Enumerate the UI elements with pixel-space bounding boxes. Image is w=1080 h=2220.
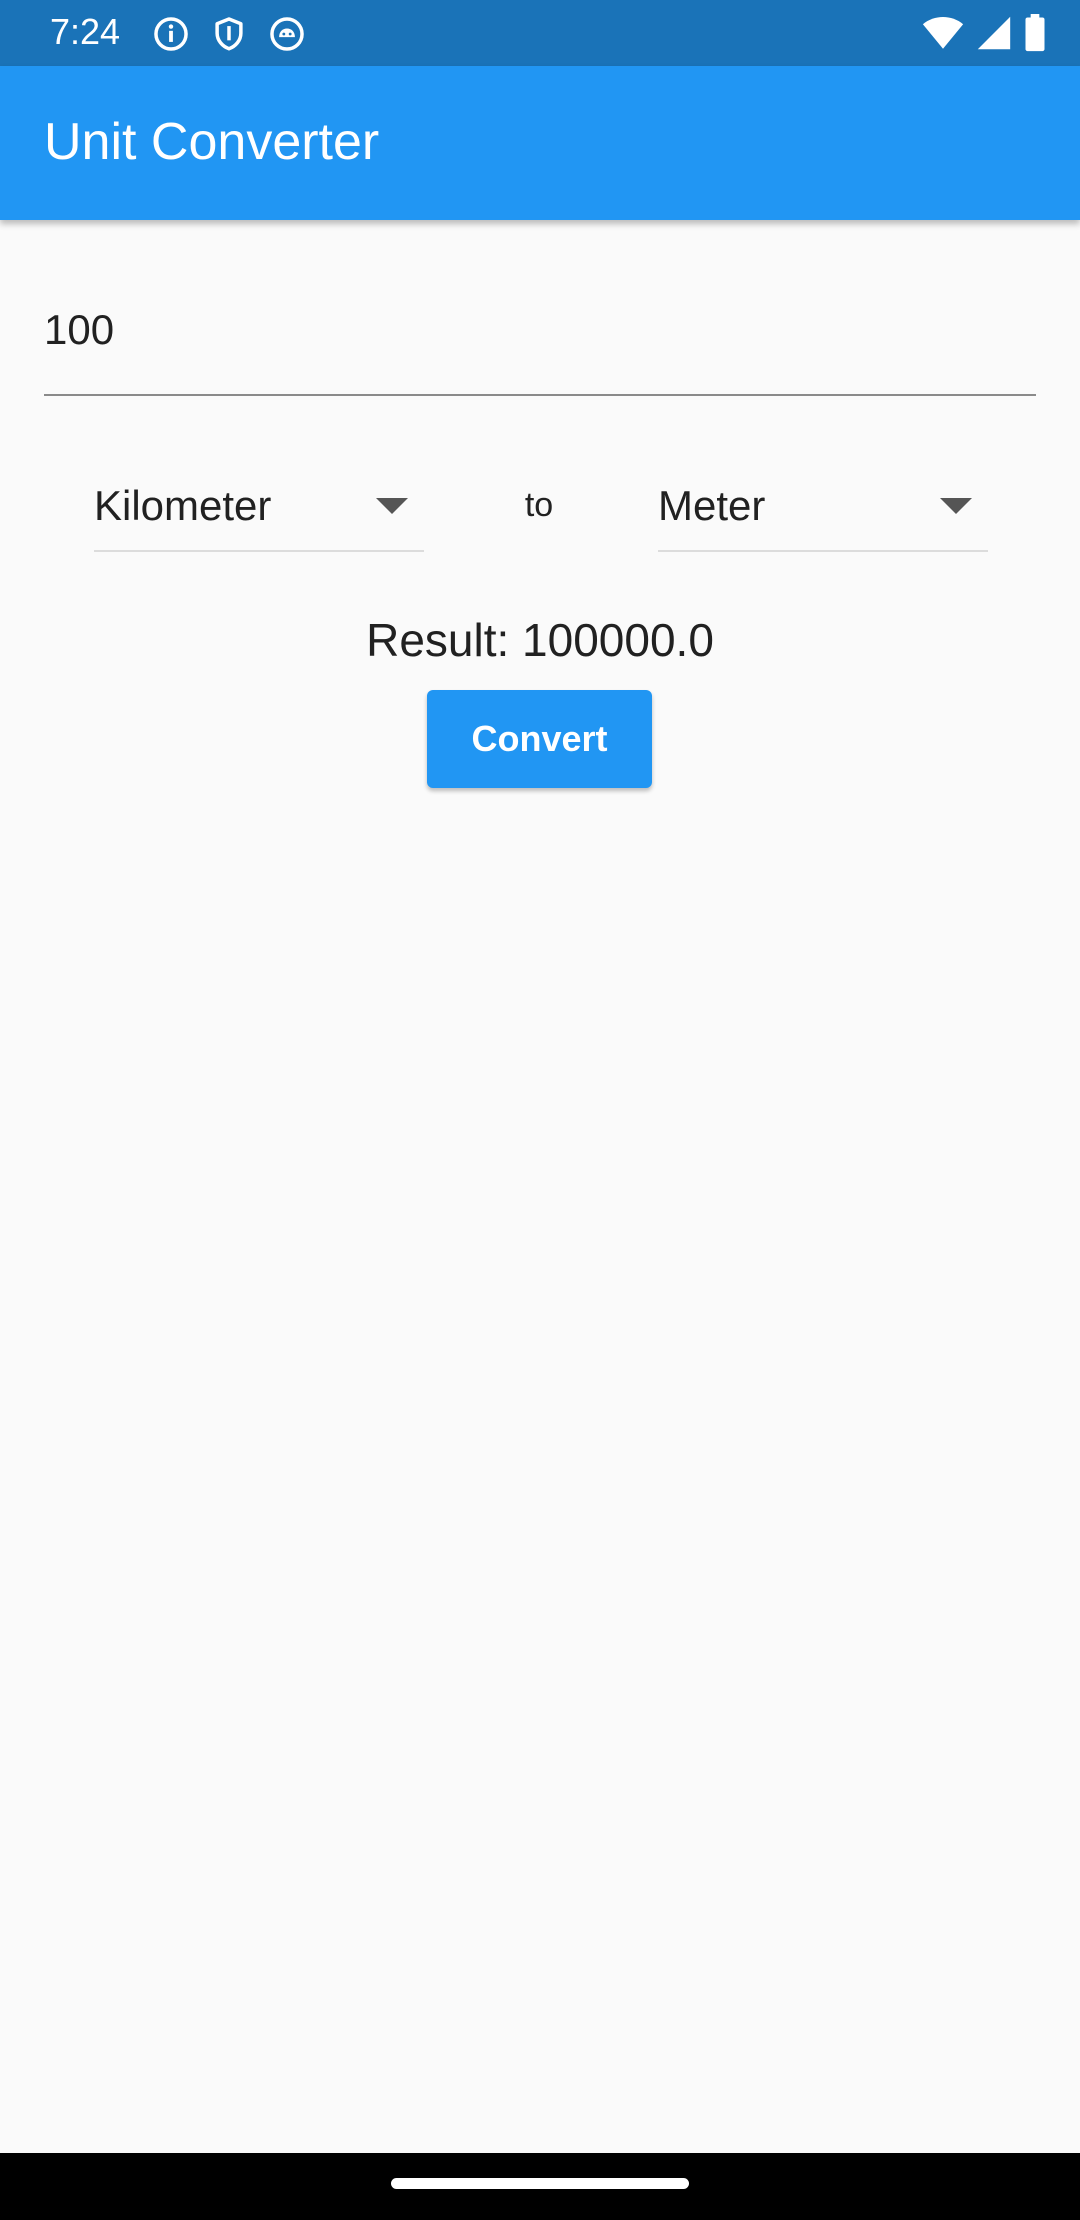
dropdown-arrow-icon: [940, 498, 972, 514]
status-notification-icons: [152, 15, 306, 53]
battery-icon: [1025, 14, 1045, 52]
result-text: Result: 100000.0: [366, 614, 714, 666]
value-input-underline: [44, 394, 1036, 396]
dropdown-arrow-icon: [376, 498, 408, 514]
status-system-icons: [922, 14, 1046, 52]
info-icon: [154, 17, 188, 51]
status-time: 7:24: [50, 11, 121, 52]
from-unit-dropdown[interactable]: Kilometer: [94, 470, 424, 552]
to-unit-dropdown[interactable]: Meter: [658, 470, 988, 552]
cell-signal-icon: [977, 16, 1011, 50]
convert-button[interactable]: Convert: [427, 690, 652, 788]
navigation-bar: [0, 2153, 1080, 2220]
android-debug-icon: [270, 17, 304, 51]
value-field[interactable]: [44, 290, 1036, 396]
app-bar: Unit Converter: [0, 66, 1080, 220]
home-handle[interactable]: [391, 2178, 689, 2189]
to-unit-value: Meter: [658, 482, 766, 529]
from-unit-value: Kilometer: [94, 482, 272, 529]
wifi-icon: [922, 17, 964, 49]
status-bar: 7:24: [0, 0, 1080, 66]
to-label: to: [524, 486, 554, 524]
app-title: Unit Converter: [44, 113, 380, 171]
value-input[interactable]: [44, 290, 1036, 370]
shield-icon: [215, 17, 243, 51]
